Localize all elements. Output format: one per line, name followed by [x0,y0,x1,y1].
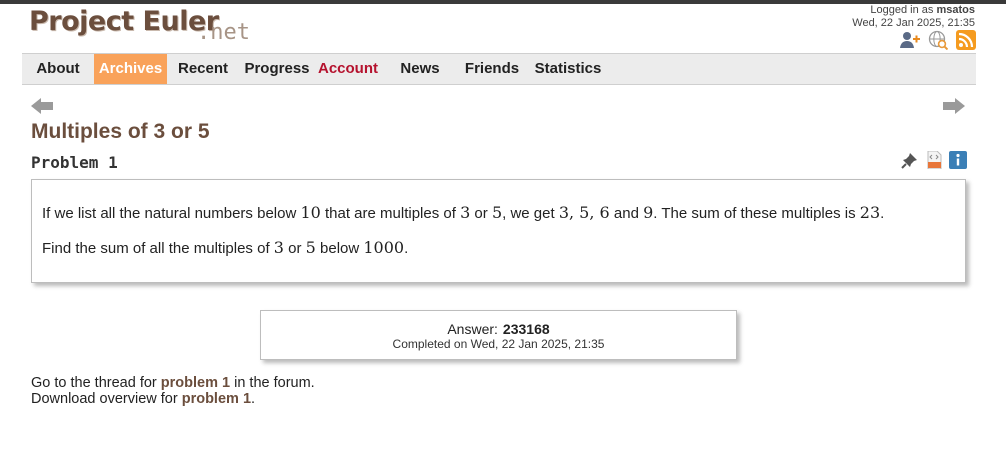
download-line: Download overview for problem 1. [31,391,315,407]
nav-recent[interactable]: Recent [167,54,239,84]
problem-paragraph-2: Find the sum of all the multiples of 3 o… [42,238,408,257]
nav-progress[interactable]: Progress [241,54,313,84]
search-globe-icon[interactable] [928,30,948,50]
info-icon[interactable] [949,151,967,169]
logo-text: Project Euler [29,6,219,37]
login-info: Logged in as msatos Wed, 22 Jan 2025, 21… [852,4,975,30]
download-overview-link[interactable]: problem 1 [182,391,251,407]
top-icons [900,30,976,50]
math: 3 [273,238,284,257]
math: 5 [491,203,503,222]
problem-number: Problem 1 [31,153,118,172]
math: 5 [305,238,316,257]
nav-archives[interactable]: Archives [94,54,167,84]
pin-icon[interactable] [901,151,919,169]
problem-content: If we list all the natural numbers below… [31,179,966,283]
text: Find the sum of all the multiples of [42,240,274,257]
forum-line: Go to the thread for problem 1 in the fo… [31,375,315,391]
text: and [609,205,644,222]
forum-thread-link[interactable]: problem 1 [161,375,230,391]
text: , we get [502,205,559,222]
math: 3, 5, 6 [558,203,610,222]
text: below [315,240,364,257]
nav-news[interactable]: News [384,54,456,84]
rss-icon[interactable] [956,30,976,50]
text: that are multiples of [320,205,461,222]
nav-statistics[interactable]: Statistics [528,54,608,84]
nav-friends[interactable]: Friends [456,54,528,84]
math: 1000 [363,238,405,257]
math: 23 [859,203,881,222]
nav-account[interactable]: Account [312,54,384,84]
previous-arrow-icon[interactable] [30,96,54,116]
logo-suffix: .net [197,20,250,45]
text: . [404,240,409,257]
text: . The sum of these multiples is [653,205,860,222]
main-nav: About Archives Recent Progress Account N… [22,53,976,85]
text: or [283,240,306,257]
math: 9 [643,203,654,222]
text: . [880,205,885,222]
text: Go to the thread for [31,375,161,391]
next-arrow-icon[interactable] [942,96,966,116]
math: 3 [460,203,471,222]
answer-label: Answer: [447,321,498,337]
problem-paragraph-1: If we list all the natural numbers below… [42,203,884,222]
footer-links: Go to the thread for problem 1 in the fo… [31,375,315,407]
answer-box: Answer: 233168 Completed on Wed, 22 Jan 2… [260,310,737,360]
login-datetime: Wed, 22 Jan 2025, 21:35 [852,17,975,29]
text: or [470,205,492,222]
answer-line: Answer: 233168 [261,321,736,337]
username: msatos [936,4,975,16]
problem-icons [901,151,967,169]
add-friend-icon[interactable] [900,30,920,50]
code-file-icon[interactable] [925,151,943,169]
problem-title: Multiples of 3 or 5 [31,120,210,143]
text: in the forum. [230,375,315,391]
text: If we list all the natural numbers below [42,205,301,222]
math: 10 [300,203,321,222]
login-prefix: Logged in as [870,4,934,16]
nav-about[interactable]: About [22,54,94,84]
text: Download overview for [31,391,182,407]
completed-date: Completed on Wed, 22 Jan 2025, 21:35 [392,337,605,351]
text: . [251,391,256,407]
answer-value: 233168 [502,321,550,337]
